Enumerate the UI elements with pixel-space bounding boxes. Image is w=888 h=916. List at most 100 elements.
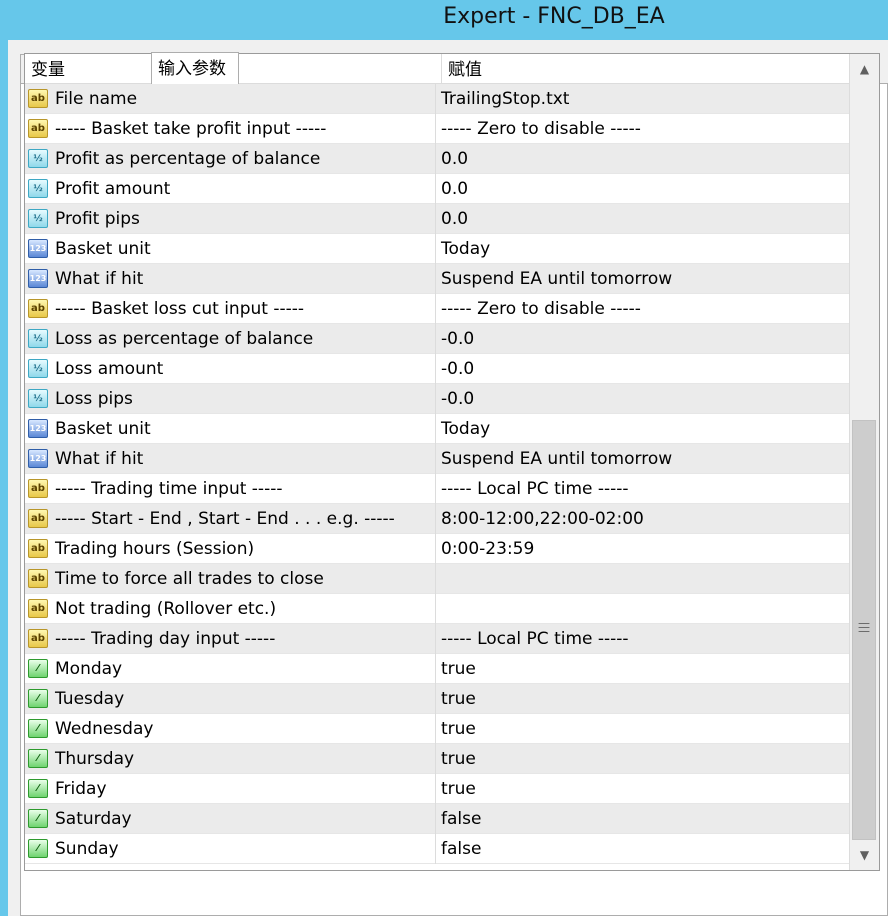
tab-inputs[interactable]: 输入参数 [151, 52, 239, 84]
table-row[interactable]: ½ Profit as percentage of balance 0.0 [25, 144, 849, 174]
table-row[interactable]: ½ Loss pips -0.0 [25, 384, 849, 414]
variable-name: What if hit [55, 269, 144, 289]
table-row[interactable]: ab File name TrailingStop.txt [25, 84, 849, 114]
column-divider [435, 534, 436, 564]
variable-name: Trading hours (Session) [55, 539, 255, 559]
half-icon: ½ [28, 149, 48, 168]
table-row[interactable]: ⁄ Monday true [25, 654, 849, 684]
ab-icon: ab [28, 569, 48, 588]
column-divider [435, 624, 436, 654]
column-divider [435, 84, 436, 114]
variable-value[interactable]: ----- Zero to disable ----- [441, 114, 641, 145]
variable-name: Time to force all trades to close [55, 569, 324, 589]
variable-value[interactable]: 8:00-12:00,22:00-02:00 [441, 504, 644, 535]
table-row[interactable]: ⁄ Sunday false [25, 834, 849, 864]
variable-name: Loss pips [55, 389, 133, 409]
table-row[interactable]: 123 What if hit Suspend EA until tomorrow [25, 444, 849, 474]
variable-name: ----- Start - End , Start - End . . . e.… [55, 509, 395, 529]
scroll-down-icon[interactable]: ▼ [850, 840, 879, 870]
column-divider [435, 204, 436, 234]
column-divider [435, 714, 436, 744]
title-bar[interactable]: Expert - FNC_DB_EA [0, 0, 888, 40]
variable-name: Profit as percentage of balance [55, 149, 321, 169]
table-row[interactable]: ⁄ Wednesday true [25, 714, 849, 744]
table-row[interactable]: ab ----- Basket take profit input ----- --… [25, 114, 849, 144]
column-divider [435, 684, 436, 714]
variable-name: Profit pips [55, 209, 140, 229]
table-row[interactable]: ab ----- Basket loss cut input ----- -----… [25, 294, 849, 324]
variable-value[interactable]: true [441, 654, 476, 685]
variable-value[interactable]: true [441, 774, 476, 805]
table-row[interactable]: 123 Basket unit Today [25, 234, 849, 264]
column-divider [435, 654, 436, 684]
table-row[interactable]: ab ----- Trading time input ----- ----- Lo… [25, 474, 849, 504]
variable-value[interactable]: true [441, 744, 476, 775]
variable-value[interactable]: Suspend EA until tomorrow [441, 264, 672, 295]
table-row[interactable]: ⁄ Thursday true [25, 744, 849, 774]
column-header-value[interactable]: 赋值 [441, 54, 482, 84]
table-row[interactable]: ½ Loss amount -0.0 [25, 354, 849, 384]
variable-value[interactable]: 0.0 [441, 174, 468, 205]
table-row[interactable]: ab ----- Trading day input ----- ----- Loc… [25, 624, 849, 654]
variable-name: Tuesday [55, 689, 125, 709]
table-row[interactable]: ab Time to force all trades to close [25, 564, 849, 594]
variable-value[interactable]: Suspend EA until tomorrow [441, 444, 672, 475]
variable-value[interactable]: Today [441, 414, 490, 445]
table-row[interactable]: ⁄ Friday true [25, 774, 849, 804]
variable-value[interactable]: -0.0 [441, 384, 474, 415]
variable-value[interactable]: 0.0 [441, 144, 468, 175]
n123-icon: 123 [28, 419, 48, 438]
variable-value[interactable]: false [441, 834, 481, 865]
variable-value[interactable]: false [441, 804, 481, 835]
table-row[interactable]: ab ----- Start - End , Start - End . . . … [25, 504, 849, 534]
variable-name: Profit amount [55, 179, 171, 199]
variable-value[interactable]: -0.0 [441, 324, 474, 355]
table-row[interactable]: ab Trading hours (Session) 0:00-23:59 [25, 534, 849, 564]
table-row[interactable]: ½ Loss as percentage of balance -0.0 [25, 324, 849, 354]
column-divider [435, 354, 436, 384]
table-row[interactable]: ⁄ Saturday false [25, 804, 849, 834]
bool-icon: ⁄ [28, 779, 48, 798]
n123-icon: 123 [28, 449, 48, 468]
vertical-scrollbar[interactable]: ▲ — — — ▼ [849, 54, 879, 870]
column-divider [435, 174, 436, 204]
grip-icon: — — — [858, 616, 870, 638]
column-divider [435, 504, 436, 534]
variable-name: Basket unit [55, 419, 151, 439]
n123-icon: 123 [28, 269, 48, 288]
ab-icon: ab [28, 509, 48, 528]
half-icon: ½ [28, 359, 48, 378]
variable-value[interactable]: true [441, 684, 476, 715]
half-icon: ½ [28, 389, 48, 408]
table-row[interactable]: ab Not trading (Rollover etc.) [25, 594, 849, 624]
bool-icon: ⁄ [28, 839, 48, 858]
scroll-up-icon[interactable]: ▲ [850, 54, 879, 84]
ab-icon: ab [28, 539, 48, 558]
variable-value[interactable]: 0:00-23:59 [441, 534, 534, 565]
variable-value[interactable]: -0.0 [441, 354, 474, 385]
variable-value[interactable]: true [441, 714, 476, 745]
table-row[interactable]: ½ Profit amount 0.0 [25, 174, 849, 204]
column-divider [435, 144, 436, 174]
variable-value[interactable]: Today [441, 234, 490, 265]
column-divider [435, 804, 436, 834]
variable-name: ----- Basket take profit input ----- [55, 119, 327, 139]
table-row[interactable]: 123 Basket unit Today [25, 414, 849, 444]
variable-value[interactable]: ----- Zero to disable ----- [441, 294, 641, 325]
table-row[interactable]: 123 What if hit Suspend EA until tomorrow [25, 264, 849, 294]
table-row[interactable]: ½ Profit pips 0.0 [25, 204, 849, 234]
table-row[interactable]: ⁄ Tuesday true [25, 684, 849, 714]
scroll-thumb[interactable]: — — — [852, 420, 876, 840]
variable-value[interactable]: ----- Local PC time ----- [441, 624, 629, 655]
window-title: Expert - FNC_DB_EA [443, 4, 665, 29]
column-header-variable[interactable]: 变量 [31, 54, 65, 84]
window-frame [0, 40, 8, 916]
variable-name: Sunday [55, 839, 119, 859]
column-divider [435, 294, 436, 324]
column-divider [435, 384, 436, 414]
variable-value[interactable]: ----- Local PC time ----- [441, 474, 629, 505]
variable-name: Thursday [55, 749, 135, 769]
variable-value[interactable]: TrailingStop.txt [441, 84, 569, 115]
ab-icon: ab [28, 599, 48, 618]
variable-value[interactable]: 0.0 [441, 204, 468, 235]
